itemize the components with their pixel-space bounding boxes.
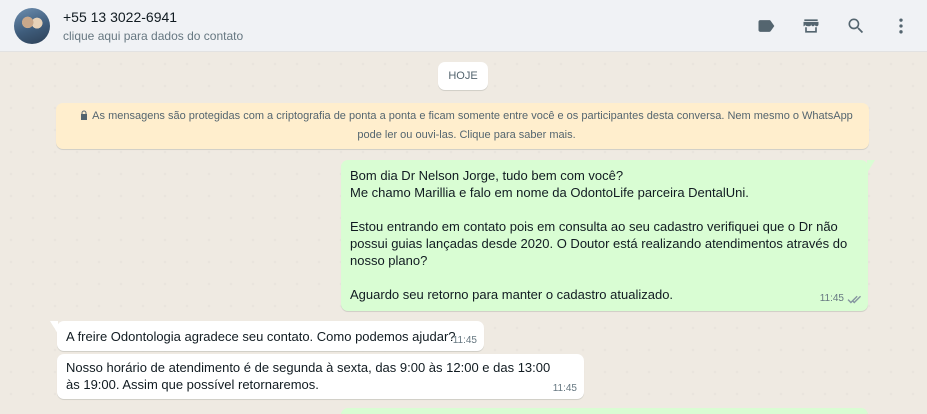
message-incoming[interactable]: Nosso horário de atendimento é de segund… <box>57 354 584 399</box>
date-chip: HOJE <box>438 62 488 90</box>
bubble-tail <box>50 321 58 334</box>
search-icon[interactable] <box>842 12 870 40</box>
contact-info[interactable]: +55 13 3022-6941 clique aqui para dados … <box>63 9 243 44</box>
double-check-icon <box>847 294 861 304</box>
message-meta: 11:45 <box>820 290 861 307</box>
message-text: Nosso horário de atendimento é de segund… <box>66 360 554 392</box>
message-text: Bom dia Dr Nelson Jorge, tudo bem com vo… <box>350 168 848 302</box>
bubble-tail <box>867 160 875 173</box>
lock-icon <box>80 108 88 120</box>
chat-header: +55 13 3022-6941 clique aqui para dados … <box>0 0 927 52</box>
message-text: A freire Odontologia agradece seu contat… <box>66 329 456 344</box>
message-meta: 11:45 <box>553 380 577 397</box>
message-time: 11:45 <box>552 383 577 394</box>
message-time: 11:45 <box>452 335 477 346</box>
message-outgoing[interactable] <box>341 408 868 414</box>
contact-subtitle[interactable]: clique aqui para dados do contato <box>63 28 243 44</box>
message-meta: 11:45 <box>453 332 477 349</box>
message-outgoing[interactable]: Bom dia Dr Nelson Jorge, tudo bem com vo… <box>341 160 875 311</box>
encryption-notice-text: As mensagens são protegidas com a cripto… <box>92 110 853 141</box>
contact-name[interactable]: +55 13 3022-6941 <box>63 9 243 26</box>
message-incoming[interactable]: A freire Odontologia agradece seu contat… <box>50 321 484 351</box>
avatar[interactable] <box>14 8 50 44</box>
header-actions <box>735 12 915 40</box>
menu-icon[interactable] <box>887 12 915 40</box>
shop-icon[interactable] <box>797 12 825 40</box>
encryption-notice[interactable]: As mensagens são protegidas com a cripto… <box>56 103 869 149</box>
chat-area[interactable]: HOJE As mensagens são protegidas com a c… <box>0 53 927 414</box>
message-time: 11:45 <box>819 293 844 304</box>
label-icon[interactable] <box>752 12 780 40</box>
